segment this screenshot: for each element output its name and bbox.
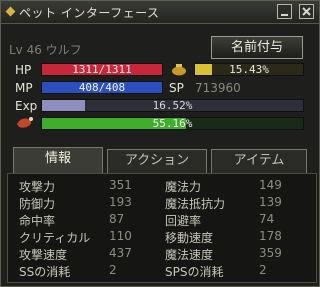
title-bar[interactable]: ペット インターフェース <box>1 1 319 24</box>
stat-label: 防御力 <box>19 197 56 211</box>
mp-bar: 408/408 <box>41 81 163 94</box>
hp-label: HP <box>15 63 32 77</box>
exp-bar: 16.52% <box>41 99 304 112</box>
satiety-bar: 55.16% <box>41 117 304 130</box>
stat-value: 87 <box>109 212 125 226</box>
sp-value: 713960 <box>195 81 241 95</box>
window-title: ペット インターフェース <box>19 6 160 20</box>
money-bag-icon <box>172 64 186 76</box>
weight-bar: 15.43% <box>194 63 304 76</box>
tab-info[interactable]: 情報 <box>13 147 103 174</box>
tab-item[interactable]: アイテム <box>211 149 307 173</box>
tab-bar: 情報 アクション アイテム <box>1 147 319 174</box>
stat-label: 攻撃力 <box>19 180 56 194</box>
stat-label: SPSの消耗 <box>165 265 224 279</box>
mp-value: 408/408 <box>78 81 126 94</box>
satiety-value: 55.16% <box>152 117 193 130</box>
stat-value: 437 <box>109 246 132 260</box>
stat-value: 359 <box>259 246 282 260</box>
minimize-icon <box>281 14 288 16</box>
stat-label: 攻撃速度 <box>19 248 68 262</box>
hp-value: 1311/1311 <box>72 63 132 76</box>
stat-label: 移動速度 <box>165 231 214 245</box>
tab-action[interactable]: アクション <box>107 149 207 173</box>
stat-value: 351 <box>109 178 132 192</box>
window-diamond-icon <box>5 6 16 17</box>
stat-value: 193 <box>109 195 132 209</box>
stat-label: 回避率 <box>165 214 202 228</box>
minimize-button[interactable] <box>277 4 292 19</box>
pet-window: ペット インターフェース Lv 46 ウルフ 名前付与 HP 1311/1311… <box>0 0 320 287</box>
close-button[interactable] <box>299 4 314 19</box>
assign-name-button[interactable]: 名前付与 <box>211 36 303 59</box>
weight-value: 15.43% <box>229 63 269 76</box>
stat-label: クリティカル <box>19 231 91 245</box>
stat-label: 魔法速度 <box>165 248 214 262</box>
stat-label: 魔法抵抗力 <box>165 197 226 211</box>
exp-value: 16.52% <box>152 99 193 112</box>
hp-bar: 1311/1311 <box>41 63 163 76</box>
stat-value: 110 <box>109 229 132 243</box>
sp-label: SP <box>169 81 184 95</box>
stat-value: 139 <box>259 195 282 209</box>
stat-label: 命中率 <box>19 214 56 228</box>
mp-label: MP <box>15 81 33 95</box>
stat-value: 149 <box>259 178 282 192</box>
pet-level-name: Lv 46 ウルフ <box>9 43 82 57</box>
stat-label: SSの消耗 <box>19 265 71 279</box>
close-icon <box>302 7 311 16</box>
stat-label: 魔法力 <box>165 180 202 194</box>
stat-value: 2 <box>259 263 267 277</box>
stat-value: 178 <box>259 229 282 243</box>
exp-label: Exp <box>15 99 38 113</box>
stat-value: 74 <box>259 212 275 226</box>
stat-value: 2 <box>109 263 117 277</box>
meat-icon <box>17 117 33 128</box>
